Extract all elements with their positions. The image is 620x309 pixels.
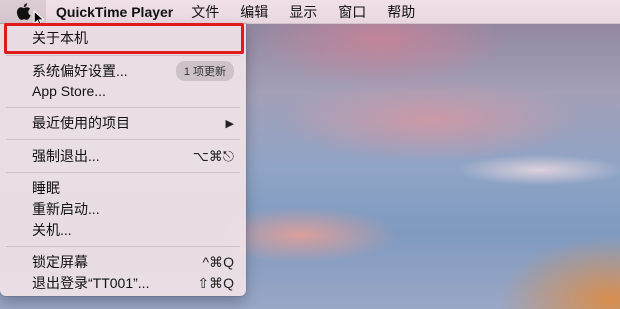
menu-separator [6, 139, 240, 140]
menu-file[interactable]: 文件 [191, 2, 219, 22]
menu-item-label: 退出登录“TT001”... [32, 275, 150, 291]
menu-item-label: 最近使用的项目 [32, 115, 130, 131]
menu-help[interactable]: 帮助 [387, 2, 415, 22]
highlight-annotation-box [4, 23, 244, 54]
menu-item-app-store[interactable]: App Store... [0, 80, 246, 102]
menu-item-shutdown[interactable]: 关机... [0, 219, 246, 241]
lock-screen-shortcut: ^⌘Q [202, 253, 234, 270]
menu-separator [6, 172, 240, 173]
menu-item-label: 重新启动... [32, 201, 100, 217]
menu-view[interactable]: 显示 [289, 2, 317, 22]
apple-menu-button[interactable] [0, 0, 46, 27]
menu-item-logout[interactable]: 退出登录“TT001”... ⇧⌘Q [0, 272, 246, 294]
menu-item-recent-items[interactable]: 最近使用的项目 ▶ [0, 112, 246, 134]
menu-item-force-quit[interactable]: 强制退出... ⌥⌘⎋ [0, 145, 246, 167]
menu-item-system-prefs[interactable]: 系统偏好设置... 1 项更新 [0, 60, 246, 82]
menu-window[interactable]: 窗口 [338, 2, 366, 22]
menu-edit[interactable]: 编辑 [240, 2, 268, 22]
menu-item-label: 强制退出... [32, 148, 100, 164]
force-quit-shortcut: ⌥⌘⎋ [192, 147, 234, 164]
menu-separator [6, 55, 240, 56]
menu-item-label: App Store... [32, 83, 106, 99]
menu-item-lock-screen[interactable]: 锁定屏幕 ^⌘Q [0, 251, 246, 273]
menu-item-label: 睡眠 [32, 180, 60, 196]
apple-logo-icon [16, 3, 31, 20]
menu-item-label: 锁定屏幕 [32, 254, 88, 270]
menu-item-label: 关机... [32, 222, 72, 238]
menu-bar: QuickTime Player 文件 编辑 显示 窗口 帮助 [0, 0, 620, 27]
menu-item-label: 系统偏好设置... [32, 63, 128, 79]
menu-separator [6, 246, 240, 247]
submenu-arrow-icon: ▶ [225, 117, 234, 130]
menu-item-restart[interactable]: 重新启动... [0, 198, 246, 220]
updates-badge: 1 项更新 [175, 61, 234, 81]
menu-item-sleep[interactable]: 睡眠 [0, 177, 246, 199]
menu-separator [6, 107, 240, 108]
logout-shortcut: ⇧⌘Q [197, 274, 234, 291]
apple-dropdown-menu: 关于本机 系统偏好设置... 1 项更新 App Store... 最近使用的项… [0, 24, 246, 296]
app-name-menu[interactable]: QuickTime Player [56, 4, 173, 20]
